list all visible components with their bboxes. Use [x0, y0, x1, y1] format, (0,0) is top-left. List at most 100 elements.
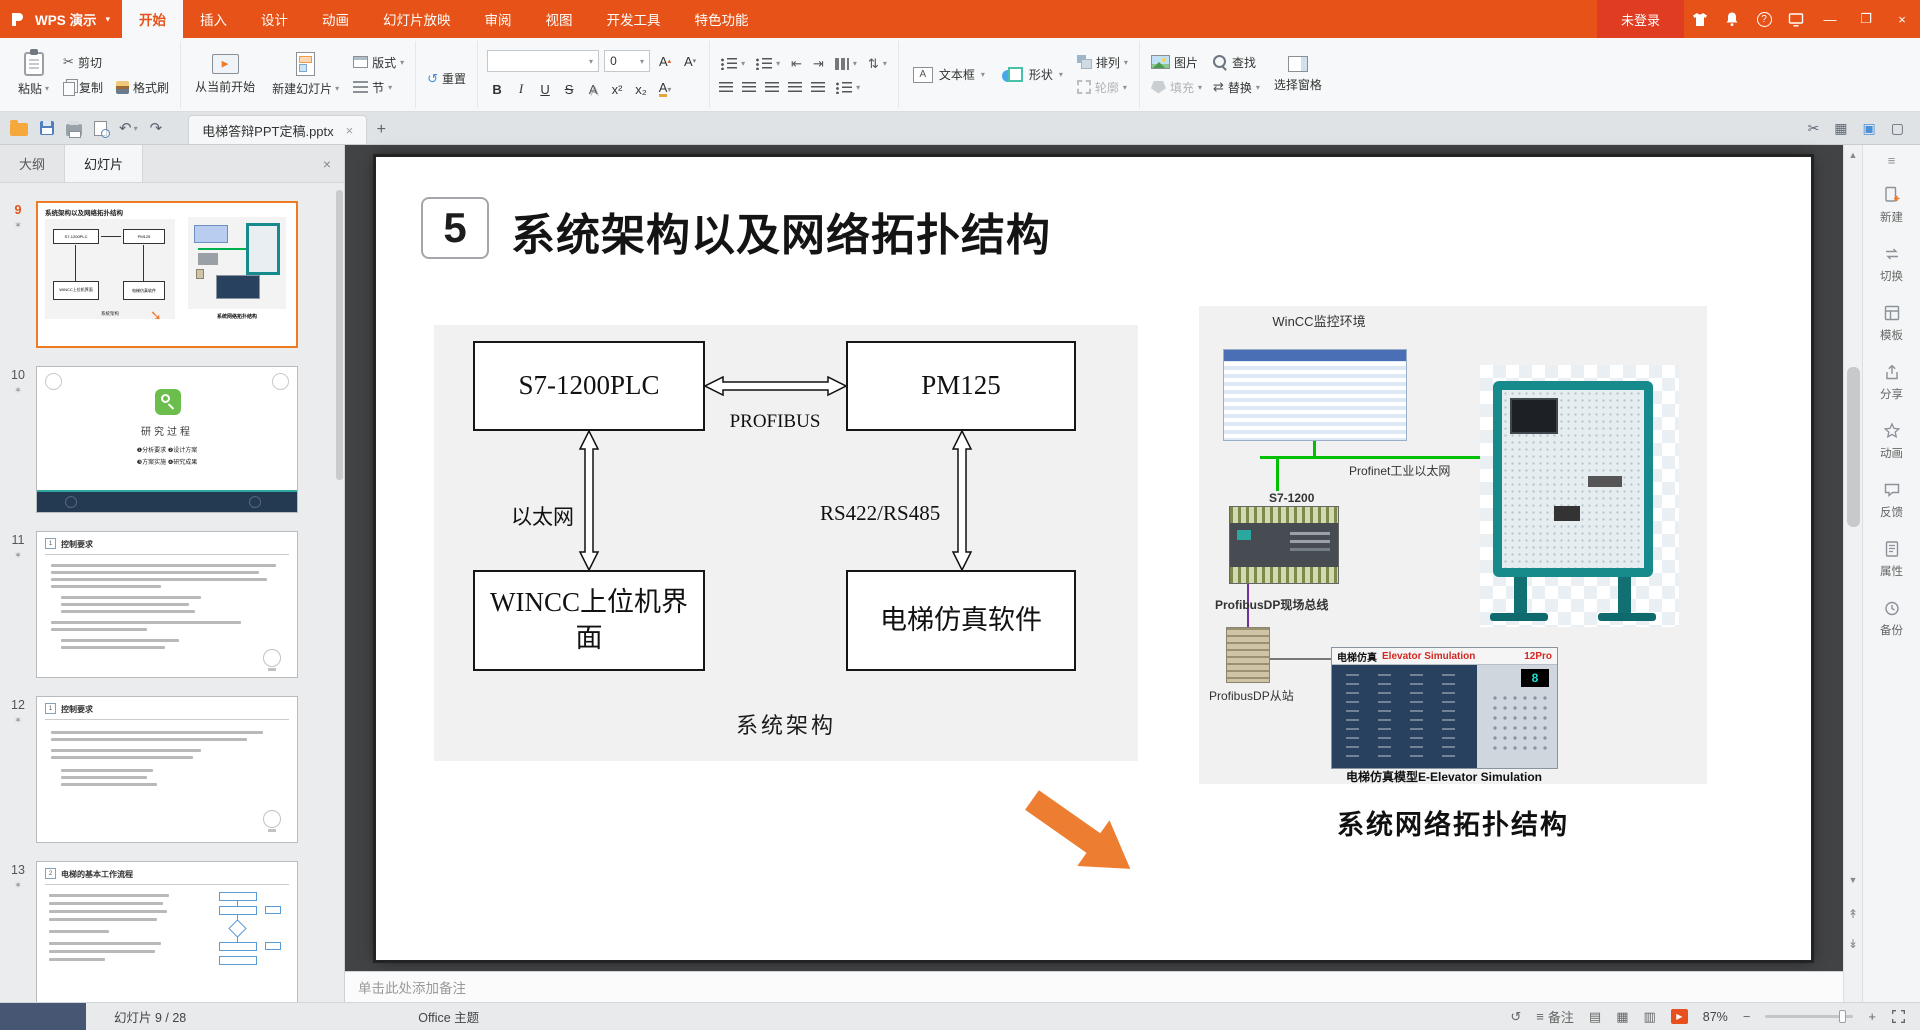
increase-font-button[interactable]: A▴: [655, 51, 675, 71]
slide-sorter-view-button[interactable]: ▦: [1616, 1009, 1628, 1025]
columns-button[interactable]: ▾: [833, 57, 859, 71]
screenshot-tool-icon[interactable]: ✂: [1808, 120, 1820, 137]
text-direction-button[interactable]: ⇅▾: [866, 55, 889, 73]
line-spacing-button[interactable]: ▾: [834, 81, 862, 95]
text-box-button[interactable]: A 文本框 ▾: [908, 64, 990, 85]
cut-button[interactable]: ✂剪切: [61, 53, 171, 72]
vertical-scrollbar[interactable]: ▲ ▼ ↟ ↡: [1843, 145, 1862, 1002]
orange-arrow[interactable]: [1024, 780, 1134, 880]
zoom-slider-thumb[interactable]: [1839, 1010, 1846, 1023]
undo-button[interactable]: ↶▾: [119, 119, 138, 137]
slide-thumbnail-10[interactable]: 10✶ 研究过程 ❶分析要求 ❷设计方案 ❸方案实施 ❹研究成果: [0, 366, 344, 513]
scroll-down-icon[interactable]: ▼: [1844, 875, 1862, 885]
slide-title[interactable]: 系统架构以及网络拓扑结构: [511, 199, 1051, 263]
tab-review[interactable]: 审阅: [468, 0, 529, 38]
align-left-button[interactable]: [719, 82, 733, 93]
notes-toggle-button[interactable]: ≡备注: [1536, 1007, 1574, 1026]
interface-switch-button[interactable]: [1780, 0, 1812, 38]
topology-caption[interactable]: 系统网络拓扑结构: [1199, 803, 1707, 842]
align-right-button[interactable]: [765, 82, 779, 93]
slide-thumbnail-9[interactable]: 9✶ 系统架构以及网络拓扑结构 S7-1200PLC PM125 WINCC上位…: [0, 201, 344, 348]
tab-special-features[interactable]: 特色功能: [678, 0, 766, 38]
scrollbar-thumb[interactable]: [1847, 367, 1860, 527]
tab-home[interactable]: 开始: [122, 0, 183, 38]
close-button[interactable]: ×: [1884, 0, 1920, 38]
align-justify-button[interactable]: [788, 82, 802, 93]
decrease-font-button[interactable]: A▾: [680, 51, 700, 71]
thumbnail-canvas[interactable]: 2 电梯的基本工作流程: [36, 861, 298, 1002]
reset-button[interactable]: ↺重置: [425, 69, 468, 88]
box-pm125[interactable]: PM125: [846, 341, 1076, 431]
reading-view-button[interactable]: ▥: [1643, 1009, 1655, 1025]
format-painter-button[interactable]: 格式刷: [114, 78, 171, 97]
outline-button[interactable]: 轮廓▾: [1075, 78, 1130, 97]
skin-button[interactable]: [1684, 0, 1716, 38]
collapse-menu-icon[interactable]: ≡: [1863, 149, 1920, 176]
minimize-button[interactable]: —: [1812, 0, 1848, 38]
text-shadow-button[interactable]: A: [583, 79, 603, 99]
sidebar-item-switch[interactable]: 切换: [1863, 235, 1920, 294]
paste-button[interactable]: 粘贴▾: [13, 50, 54, 99]
box-s7-1200plc[interactable]: S7-1200PLC: [473, 341, 705, 431]
new-slide-button[interactable]: 新建幻灯片▾: [267, 50, 344, 99]
theme-indicator[interactable]: Office 主题: [418, 1007, 479, 1026]
find-button[interactable]: 查找: [1211, 53, 1262, 72]
tab-developer[interactable]: 开发工具: [590, 0, 678, 38]
grid-tool-icon[interactable]: ▦: [1834, 120, 1847, 137]
increase-indent-button[interactable]: ⇥: [811, 55, 826, 73]
font-size-select[interactable]: 0▾: [604, 50, 650, 72]
decrease-indent-button[interactable]: ⇤: [789, 55, 804, 73]
strikethrough-button[interactable]: S: [559, 79, 579, 99]
open-folder-icon[interactable]: [10, 123, 28, 136]
selection-pane-button[interactable]: 选择窗格: [1269, 54, 1327, 95]
bullet-list-button[interactable]: ▾: [719, 57, 747, 71]
slide-thumbnail-13[interactable]: 13✶ 2 电梯的基本工作流程: [0, 861, 344, 1002]
topology-diagram[interactable]: WinCC监控环境 Profinet工业以太网 S7-1200 Profibus…: [1199, 306, 1707, 784]
thumbnail-canvas[interactable]: 1 控制要求: [36, 696, 298, 843]
sidebar-item-new[interactable]: 新建: [1863, 176, 1920, 235]
tab-design[interactable]: 设计: [244, 0, 305, 38]
print-preview-icon[interactable]: [94, 121, 107, 136]
next-slide-icon[interactable]: ↡: [1844, 937, 1862, 951]
app-menu[interactable]: WPS 演示 ▾: [0, 0, 122, 38]
layout-tool-icon[interactable]: ▢: [1891, 120, 1904, 137]
subscript-button[interactable]: x₂: [631, 79, 651, 99]
fit-slide-icon[interactable]: [1891, 1009, 1906, 1024]
slide-thumbnail-11[interactable]: 11✶ 1 控制要求: [0, 531, 344, 678]
font-family-select[interactable]: ▾: [487, 50, 599, 72]
new-document-tab-button[interactable]: +: [367, 115, 395, 144]
thumbnail-canvas[interactable]: 研究过程 ❶分析要求 ❷设计方案 ❸方案实施 ❹研究成果: [36, 366, 298, 513]
tab-outline[interactable]: 大纲: [0, 145, 64, 182]
underline-button[interactable]: U: [535, 79, 555, 99]
panel-close-icon[interactable]: ×: [310, 145, 344, 182]
play-from-current-button[interactable]: 从当前开始: [190, 52, 260, 97]
italic-button[interactable]: I: [511, 79, 531, 99]
tab-animation[interactable]: 动画: [305, 0, 366, 38]
normal-view-button[interactable]: ▤: [1589, 1009, 1601, 1025]
shapes-button[interactable]: 形状 ▾: [997, 64, 1068, 85]
numbered-list-button[interactable]: ▾: [754, 57, 782, 71]
section-button[interactable]: 节▾: [351, 78, 406, 97]
architecture-diagram[interactable]: S7-1200PLC PM125 WINCC上位机界面 电梯仿真软件 PROFI…: [434, 325, 1138, 761]
redo-button[interactable]: ↷: [150, 119, 163, 137]
previous-slide-icon[interactable]: ↟: [1844, 907, 1862, 921]
help-button[interactable]: ?: [1748, 0, 1780, 38]
thumbnail-canvas[interactable]: 系统架构以及网络拓扑结构 S7-1200PLC PM125 WINCC上位机界面…: [36, 201, 298, 348]
box-elevator-sim[interactable]: 电梯仿真软件: [846, 570, 1076, 671]
align-distribute-button[interactable]: [811, 82, 825, 93]
document-tab[interactable]: 电梯答辩PPT定稿.pptx ×: [188, 115, 367, 144]
save-icon[interactable]: [40, 121, 54, 135]
picture-button[interactable]: 图片: [1149, 53, 1204, 72]
zoom-level[interactable]: 87%: [1703, 1010, 1728, 1024]
slide-number-badge[interactable]: 5: [421, 197, 489, 259]
slide-thumbnail-12[interactable]: 12✶ 1 控制要求: [0, 696, 344, 843]
zoom-out-button[interactable]: −: [1743, 1009, 1751, 1024]
arrange-button[interactable]: 排列▾: [1075, 53, 1130, 72]
tab-view[interactable]: 视图: [529, 0, 590, 38]
sidebar-item-share[interactable]: 分享: [1863, 353, 1920, 412]
fill-button[interactable]: 填充▾: [1149, 78, 1204, 97]
zoom-in-button[interactable]: +: [1868, 1009, 1876, 1024]
replace-button[interactable]: ⇄替换▾: [1211, 78, 1262, 97]
notes-bar[interactable]: 单击此处添加备注: [345, 971, 1862, 1002]
panel-scrollbar[interactable]: [336, 190, 343, 480]
